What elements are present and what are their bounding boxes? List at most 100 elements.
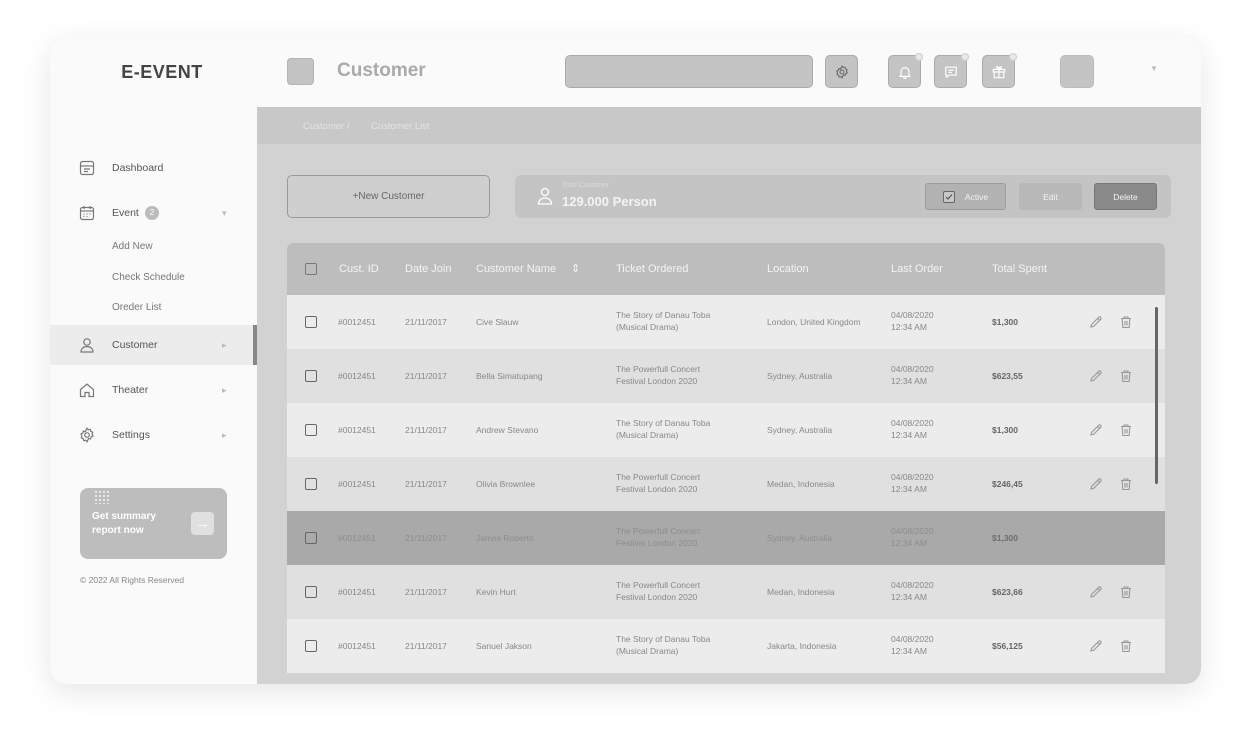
order-time: 12:34 AM xyxy=(891,376,927,386)
cell-customer-name: Andrew Stevano xyxy=(476,425,539,435)
trash-icon[interactable] xyxy=(1119,315,1133,329)
row-checkbox[interactable] xyxy=(305,316,317,328)
cell-date-join: 21/11/2017 xyxy=(405,371,447,381)
cell-cust-id: #0012451 xyxy=(338,587,376,597)
breadcrumb-parent[interactable]: Customer / xyxy=(303,121,349,132)
sidebar-item-label: Dashboard xyxy=(112,162,164,174)
cell-last-order: 04/08/2020 12:34 AM xyxy=(891,309,934,333)
row-checkbox[interactable] xyxy=(305,640,317,652)
menu-toggle-button[interactable] xyxy=(287,58,314,85)
table-row[interactable]: #0012451 21/11/2017 Cive Slauw The Story of… xyxy=(287,295,1165,349)
row-checkbox[interactable] xyxy=(305,532,317,544)
table-row[interactable]: #0012451 21/11/2017 James Roberto The Power… xyxy=(287,511,1165,565)
trash-icon[interactable] xyxy=(1119,423,1133,437)
cell-cust-id: #0012451 xyxy=(338,371,376,381)
sidebar-item-label: Customer xyxy=(112,339,158,351)
sidebar-item-settings[interactable]: Settings ▸ xyxy=(50,415,257,455)
sidebar-item-label: Theater xyxy=(112,384,149,396)
cell-ticket-ordered: The Story of Danau Toba (Musical Drama) xyxy=(616,633,710,657)
delete-button[interactable]: Delete xyxy=(1094,183,1157,210)
total-customer-label: Total Customer xyxy=(562,182,610,189)
sidebar-subitem-order-list[interactable]: Oreder List xyxy=(112,302,161,313)
column-header-ticket-ordered: Ticket Ordered xyxy=(616,263,689,275)
row-checkbox[interactable] xyxy=(305,424,317,436)
cell-date-join: 21/11/2017 xyxy=(405,317,447,327)
cell-total-spent: $1,300 xyxy=(992,317,1018,327)
avatar[interactable] xyxy=(1060,55,1094,88)
ticket-subtitle: Festival London 2020 xyxy=(616,538,698,548)
row-checkbox[interactable] xyxy=(305,586,317,598)
new-customer-button[interactable]: +New Customer xyxy=(287,175,490,218)
ticket-subtitle: Festival London 2020 xyxy=(616,592,698,602)
chevron-right-icon: ▸ xyxy=(222,339,227,350)
edit-icon[interactable] xyxy=(1089,423,1103,437)
chevron-right-icon: ▸ xyxy=(222,384,227,395)
trash-icon[interactable] xyxy=(1119,639,1133,653)
sidebar-item-event[interactable]: Event 2 ▾ xyxy=(50,193,257,233)
row-checkbox[interactable] xyxy=(305,370,317,382)
edit-icon[interactable] xyxy=(1089,585,1103,599)
trash-icon[interactable] xyxy=(1119,369,1133,383)
select-all-checkbox[interactable] xyxy=(305,263,317,275)
app-window: E-EVENT Dashboard Event 2 ▾ Add New Chec… xyxy=(50,36,1201,684)
table-row[interactable]: #0012451 21/11/2017 Bella Simatupang The Po… xyxy=(287,349,1165,403)
cell-cust-id: #0012451 xyxy=(338,641,376,651)
page-title: Customer xyxy=(337,60,426,81)
cell-last-order: 04/08/2020 12:34 AM xyxy=(891,579,934,603)
cell-ticket-ordered: The Story of Danau Toba (Musical Drama) xyxy=(616,417,710,441)
edit-icon[interactable] xyxy=(1089,477,1103,491)
table-row[interactable]: #0012451 21/11/2017 Andrew Stevano The Stor… xyxy=(287,403,1165,457)
sidebar: E-EVENT Dashboard Event 2 ▾ Add New Chec… xyxy=(50,36,257,684)
table-row[interactable]: #0012451 21/11/2017 Kevin Hurt The Powerful… xyxy=(287,565,1165,619)
cell-date-join: 21/11/2017 xyxy=(405,425,447,435)
cell-cust-id: #0012451 xyxy=(338,533,376,543)
order-date: 04/08/2020 xyxy=(891,418,934,428)
order-time: 12:34 AM xyxy=(891,538,927,548)
check-icon xyxy=(945,193,953,200)
edit-icon[interactable] xyxy=(1089,315,1103,329)
table-scrollbar[interactable] xyxy=(1155,307,1158,484)
cell-last-order: 04/08/2020 12:34 AM xyxy=(891,471,934,495)
summary-report-card[interactable]: Get summary report now → xyxy=(80,488,227,559)
table-header: Cust. ID Date Join Customer Name ⇕ Ticke… xyxy=(287,243,1165,295)
notifications-button[interactable] xyxy=(888,53,923,88)
cell-location: Medan, Indonesia xyxy=(767,479,835,489)
trash-icon[interactable] xyxy=(1119,585,1133,599)
edit-button[interactable]: Edit xyxy=(1019,183,1082,210)
cell-last-order: 04/08/2020 12:34 AM xyxy=(891,363,934,387)
active-filter-button[interactable]: Active xyxy=(925,183,1006,210)
chevron-down-icon[interactable]: ▼ xyxy=(1150,64,1158,73)
sort-icon[interactable]: ⇕ xyxy=(571,262,580,275)
cell-ticket-ordered: The Story of Danau Toba (Musical Drama) xyxy=(616,309,710,333)
table-row[interactable]: #0012451 21/11/2017 Sanuel Jakson The Story… xyxy=(287,619,1165,673)
gifts-button[interactable] xyxy=(982,53,1017,88)
search-input[interactable] xyxy=(565,55,813,88)
sidebar-item-theater[interactable]: Theater ▸ xyxy=(50,370,257,410)
column-header-customer-name[interactable]: Customer Name xyxy=(476,263,556,275)
trash-icon[interactable] xyxy=(1119,477,1133,491)
sidebar-item-dashboard[interactable]: Dashboard xyxy=(50,148,257,188)
ticket-title: The Powerfull Concert xyxy=(616,364,701,374)
breadcrumb: Customer / Customer List xyxy=(257,107,1201,144)
sidebar-subitem-check-schedule[interactable]: Check Schedule xyxy=(112,272,185,283)
arrow-right-icon[interactable]: → xyxy=(191,512,214,535)
row-checkbox[interactable] xyxy=(305,478,317,490)
settings-button[interactable] xyxy=(825,55,858,88)
order-time: 12:34 AM xyxy=(891,646,927,656)
active-label: Active xyxy=(964,191,989,202)
ticket-subtitle: Festival London 2020 xyxy=(616,376,698,386)
sidebar-item-label: Settings xyxy=(112,429,150,441)
edit-icon[interactable] xyxy=(1089,369,1103,383)
sidebar-item-customer[interactable]: Customer ▸ xyxy=(50,325,257,365)
sidebar-subitem-add-new[interactable]: Add New xyxy=(112,241,153,252)
chevron-down-icon[interactable]: ▾ xyxy=(222,208,227,219)
cell-ticket-ordered: The Powerfull Concert Festival London 202… xyxy=(616,471,700,495)
edit-icon[interactable] xyxy=(1089,639,1103,653)
messages-button[interactable] xyxy=(934,53,969,88)
table-row[interactable]: #0012451 21/11/2017 Olivia Brownlee The Pow… xyxy=(287,457,1165,511)
order-date: 04/08/2020 xyxy=(891,364,934,374)
cell-last-order: 04/08/2020 12:34 AM xyxy=(891,525,934,549)
checkbox-checked[interactable] xyxy=(942,190,955,203)
cell-customer-name: Olivia Brownlee xyxy=(476,479,536,489)
ticket-title: The Powerfull Concert xyxy=(616,580,701,590)
